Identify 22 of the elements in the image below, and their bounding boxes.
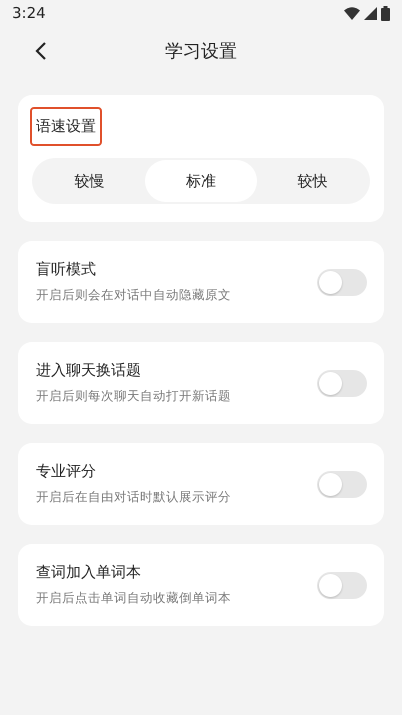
setting-title: 进入聊天换话题: [36, 361, 142, 380]
speed-option[interactable]: 较快: [256, 160, 368, 202]
status-time: 3:24: [12, 4, 46, 22]
toggle-switch[interactable]: [317, 268, 367, 296]
setting-description: 开启后点击单词自动收藏倒单词本: [36, 590, 231, 607]
battery-icon: [381, 6, 390, 20]
toggle-switch[interactable]: [317, 470, 367, 498]
setting-description: 开启后则会在对话中自动隐藏原文: [36, 287, 231, 304]
toggle-switch[interactable]: [317, 370, 367, 396]
wifi-icon: [344, 6, 360, 20]
back-icon[interactable]: [34, 42, 48, 60]
setting-title: 专业评分: [36, 462, 97, 481]
signal-icon: [364, 6, 377, 20]
speed-option[interactable]: 较慢: [34, 160, 146, 202]
setting-title: 查词加入单词本: [36, 563, 142, 582]
setting-title: 盲听模式: [36, 260, 97, 279]
speed-title: 语速设置: [30, 107, 102, 146]
setting-description: 开启后则每次聊天自动打开新话题: [36, 388, 231, 405]
page-title: 学习设置: [165, 40, 237, 63]
speed-option[interactable]: 标准: [145, 160, 257, 202]
toggle-switch[interactable]: [317, 572, 367, 598]
setting-description: 开启后在自由对话时默认展示评分: [36, 489, 231, 506]
